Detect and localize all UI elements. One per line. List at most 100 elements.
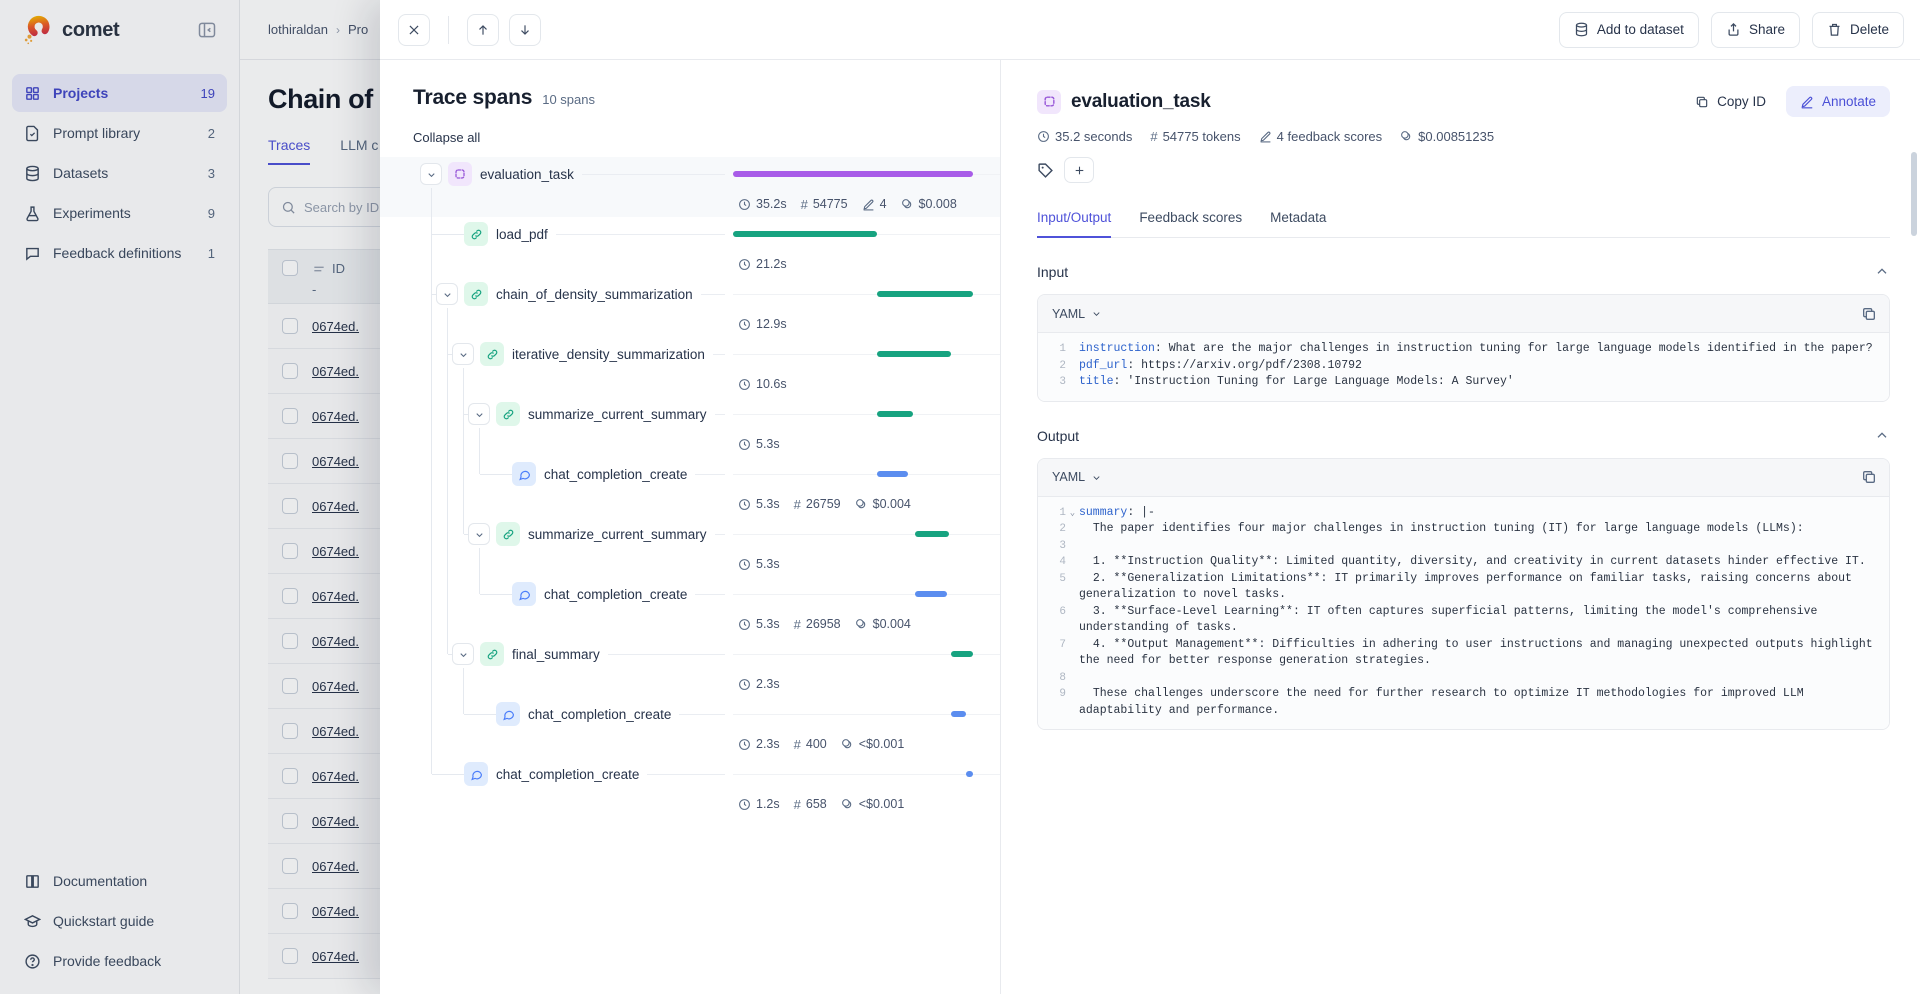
detail-tabs: Input/Output Feedback scores Metadata [1037, 209, 1890, 238]
span-type-tool-icon [496, 522, 520, 546]
chevron-up-icon[interactable] [1874, 264, 1890, 280]
output-section-title: Output [1037, 428, 1079, 444]
next-trace-button[interactable] [509, 14, 541, 46]
feedback-pencil-icon [1259, 130, 1272, 143]
span-timeline [733, 157, 973, 191]
chevron-down-icon [1091, 308, 1102, 319]
span-row[interactable]: chain_of_density_summarization12.9s [380, 277, 1000, 337]
collapse-all-button[interactable]: Collapse all [380, 110, 500, 145]
span-metrics: 5.3s#26958$0.004 [380, 611, 1000, 637]
input-code: 1instruction: What are the major challen… [1038, 333, 1889, 401]
duration-bar [877, 411, 913, 417]
arrow-up-icon [476, 23, 490, 37]
duration-bar [915, 531, 949, 537]
span-row[interactable]: load_pdf21.2s [380, 217, 1000, 277]
scrollbar-thumb[interactable] [1911, 152, 1917, 236]
duration-bar [951, 651, 973, 657]
span-metrics: 10.6s [380, 371, 1000, 397]
code-line: 7 4. **Output Management**: Difficulties… [1044, 637, 1879, 670]
detail-tab-feedback-scores[interactable]: Feedback scores [1139, 210, 1242, 238]
span-type-tool-icon [464, 222, 488, 246]
spans-count: 10 spans [542, 92, 595, 107]
duration-bar [877, 351, 951, 357]
span-metrics: 2.3s [380, 671, 1000, 697]
duration-bar [877, 471, 908, 477]
span-name: summarize_current_summary [528, 527, 707, 542]
span-timeline [733, 217, 973, 251]
span-metrics: 5.3s [380, 431, 1000, 457]
span-metrics: 2.3s#400<$0.001 [380, 731, 1000, 757]
span-timeline [733, 757, 973, 791]
share-icon [1726, 22, 1741, 37]
span-timeline [733, 577, 973, 611]
duration-bar [733, 171, 973, 177]
span-name: iterative_density_summarization [512, 347, 705, 362]
detail-tab-input-output[interactable]: Input/Output [1037, 210, 1111, 238]
trace-spans-panel: Trace spans 10 spans Collapse all evalua… [380, 60, 1000, 994]
detail-tab-metadata[interactable]: Metadata [1270, 210, 1326, 238]
add-to-dataset-button[interactable]: Add to dataset [1559, 12, 1699, 48]
add-tag-button[interactable] [1064, 157, 1094, 183]
code-line: 3title: 'Instruction Tuning for Large La… [1044, 374, 1879, 391]
app: lothiraldan › Pro Chain of D TracesLLM c… [0, 0, 1920, 994]
delete-button[interactable]: Delete [1812, 12, 1904, 48]
annotate-button[interactable]: Annotate [1786, 86, 1890, 117]
input-format-select[interactable]: YAML [1052, 307, 1102, 321]
span-name: chat_completion_create [528, 707, 671, 722]
span-row[interactable]: summarize_current_summary5.3s [380, 397, 1000, 457]
span-name: chat_completion_create [544, 587, 687, 602]
copy-output-icon[interactable] [1861, 469, 1877, 485]
span-title: evaluation_task [1071, 91, 1211, 113]
expand-chevron[interactable] [452, 343, 474, 365]
span-type-llm-icon [464, 762, 488, 786]
tokens-icon: # [1150, 129, 1157, 144]
span-name: chat_completion_create [496, 767, 639, 782]
chevron-up-icon[interactable] [1874, 428, 1890, 444]
span-name: load_pdf [496, 227, 548, 242]
output-format-select[interactable]: YAML [1052, 470, 1102, 484]
span-name: chain_of_density_summarization [496, 287, 693, 302]
expand-chevron[interactable] [420, 163, 442, 185]
trash-icon [1827, 22, 1842, 37]
copy-input-icon[interactable] [1861, 306, 1877, 322]
span-row[interactable]: chat_completion_create 5.3s#26958$0.004 [380, 577, 1000, 637]
pencil-icon [1800, 95, 1814, 109]
expand-chevron[interactable] [468, 523, 490, 545]
span-tree: evaluation_task35.2s#547754$0.008load_pd… [380, 157, 1000, 817]
input-section: Input YAML 1instruction: What are the ma… [1037, 264, 1890, 402]
duration-bar [733, 231, 877, 237]
duration-bar [966, 771, 973, 777]
span-row[interactable]: chat_completion_create5.3s#26759$0.004 [380, 457, 1000, 517]
span-type-tool-icon [464, 282, 488, 306]
code-line: 4 1. **Instruction Quality**: Limited qu… [1044, 554, 1879, 571]
code-line: 5 2. **Generalization Limitations**: IT … [1044, 571, 1879, 604]
code-line: 3 [1044, 538, 1879, 555]
input-section-title: Input [1037, 264, 1068, 280]
span-row[interactable]: final_summary2.3s [380, 637, 1000, 697]
span-row[interactable]: iterative_density_summarization 10.6s [380, 337, 1000, 397]
copy-id-button[interactable]: Copy ID [1685, 88, 1776, 115]
spans-panel-title: Trace spans [413, 86, 532, 110]
expand-chevron[interactable] [452, 643, 474, 665]
share-button[interactable]: Share [1711, 12, 1800, 48]
span-type-tool-icon [480, 642, 504, 666]
span-type-tool-icon [480, 342, 504, 366]
span-type-llm-icon [496, 702, 520, 726]
clock-icon [1037, 130, 1050, 143]
prev-trace-button[interactable] [467, 14, 499, 46]
output-code: 1⌄summary: |-2 The paper identifies four… [1038, 497, 1889, 730]
expand-chevron[interactable] [436, 283, 458, 305]
span-row[interactable]: chat_completion_create 2.3s#400<$0.001 [380, 697, 1000, 757]
trace-type-icon [1037, 90, 1061, 114]
arrow-down-icon [518, 23, 532, 37]
code-line: 9 These challenges underscore the need f… [1044, 686, 1879, 719]
span-type-tool-icon [496, 402, 520, 426]
span-row[interactable]: chat_completion_create1.2s#658<$0.001 [380, 757, 1000, 817]
span-timeline [733, 637, 973, 671]
expand-chevron[interactable] [468, 403, 490, 425]
backdrop-overlay[interactable] [0, 0, 380, 994]
span-row[interactable]: summarize_current_summary5.3s [380, 517, 1000, 577]
span-row[interactable]: evaluation_task35.2s#547754$0.008 [380, 157, 1000, 217]
chevron-down-icon [1091, 472, 1102, 483]
close-button[interactable] [398, 14, 430, 46]
